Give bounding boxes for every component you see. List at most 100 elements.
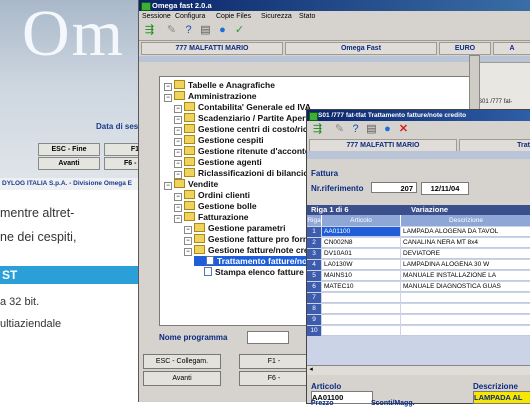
grid-row-number[interactable]: 6 bbox=[307, 282, 321, 292]
grid-cell-articolo[interactable]: AA01100 bbox=[322, 227, 400, 237]
menu-sessione[interactable]: Sessione bbox=[142, 11, 171, 22]
grid-cell-descrizione[interactable] bbox=[401, 304, 530, 314]
expand-toggle-icon[interactable]: − bbox=[184, 248, 192, 256]
side-item[interactable]: S01 /777 fat- bbox=[478, 99, 512, 105]
tree-item[interactable]: − Gestione bolle bbox=[174, 201, 257, 212]
grid-cell-articolo[interactable] bbox=[322, 304, 400, 314]
menu-sicurezza[interactable]: Sicurezza bbox=[261, 11, 292, 22]
tree-item[interactable]: − Gestione parametri bbox=[184, 223, 285, 234]
expand-toggle-icon[interactable]: − bbox=[174, 105, 182, 113]
grid-scrollbar[interactable]: ◂ bbox=[307, 365, 530, 375]
expand-toggle-icon[interactable]: − bbox=[174, 138, 182, 146]
dialog-pencil-icon[interactable]: ✎ bbox=[333, 123, 346, 136]
grid-cell-articolo[interactable]: MAINS10 bbox=[322, 271, 400, 281]
grid-cell-descrizione[interactable] bbox=[401, 326, 530, 336]
tree-item[interactable]: Stampa elenco fatture bbox=[194, 267, 304, 277]
grid-cell-descrizione[interactable]: MANUALE DIAGNOSTICA GUAS bbox=[401, 282, 530, 292]
grid-cell-descrizione[interactable]: DEVIATORE bbox=[401, 249, 530, 259]
tree-item[interactable]: − Gestione agenti bbox=[174, 157, 262, 168]
grid-row-number[interactable]: 10 bbox=[307, 326, 321, 336]
tree-item[interactable]: − Gestione fatture/note credito bbox=[184, 245, 324, 256]
expand-toggle-icon[interactable]: − bbox=[174, 204, 182, 212]
expand-toggle-icon[interactable]: − bbox=[184, 237, 192, 245]
f6-main-button[interactable]: F6 - bbox=[239, 371, 309, 386]
expand-toggle-icon[interactable]: − bbox=[174, 215, 182, 223]
tree-item[interactable]: − Vendite bbox=[164, 179, 218, 190]
dialog-globe-icon[interactable]: ● bbox=[381, 123, 394, 136]
tree-item[interactable]: − Ordini clienti bbox=[174, 190, 250, 201]
article-line-4: ultiaziendale bbox=[0, 318, 62, 330]
grid-cell-articolo[interactable]: MATEC10 bbox=[322, 282, 400, 292]
exit-icon[interactable]: ⇶ bbox=[143, 24, 156, 37]
nr-riferimento-field[interactable]: 207 bbox=[371, 182, 417, 193]
expand-toggle-icon[interactable]: − bbox=[174, 160, 182, 168]
pencil-icon[interactable]: ✎ bbox=[165, 24, 178, 37]
sconti-label: Sconti/Magg. bbox=[371, 400, 415, 407]
esc-fine-button[interactable]: ESC - Fine bbox=[38, 143, 100, 156]
tree-item[interactable]: − Contabilita' Generale ed IVA bbox=[174, 102, 311, 113]
main-toolbar: ⇶ ✎ ? ▤ ● ✓ bbox=[139, 22, 530, 41]
menu-stato[interactable]: Stato bbox=[299, 11, 315, 22]
avanti-main-button[interactable]: Avanti bbox=[143, 371, 221, 386]
tree-item[interactable]: − Amministrazione bbox=[164, 91, 257, 102]
dialog-calculator-icon[interactable]: ▤ bbox=[365, 123, 378, 136]
expand-toggle-icon[interactable]: − bbox=[174, 127, 182, 135]
expand-toggle-icon[interactable]: − bbox=[164, 182, 172, 190]
calculator-icon[interactable]: ▤ bbox=[199, 24, 212, 37]
dialog-exit-icon[interactable]: ⇶ bbox=[311, 123, 324, 136]
confirm-icon[interactable]: ✓ bbox=[233, 24, 246, 37]
expand-toggle-icon[interactable]: − bbox=[174, 116, 182, 124]
expand-toggle-icon[interactable]: − bbox=[174, 149, 182, 157]
expand-toggle-icon[interactable]: − bbox=[164, 83, 172, 91]
grid-cell-descrizione[interactable]: LAMPADINA ALOGENA 30 W bbox=[401, 260, 530, 270]
esc-collegam-button[interactable]: ESC - Collegam. bbox=[143, 354, 221, 369]
grid-cell-descrizione[interactable]: LAMPADA ALOGENA DA TAVOL bbox=[401, 227, 530, 237]
menu-configura[interactable]: Configura bbox=[175, 11, 205, 22]
tree-scrollbar[interactable] bbox=[469, 55, 480, 117]
grid-cell-descrizione[interactable] bbox=[401, 293, 530, 303]
nome-programma-input[interactable] bbox=[247, 331, 289, 344]
tree-item[interactable]: − Gestione centri di costo/ricavo bbox=[174, 124, 322, 135]
tree-item[interactable]: − Gestione cespiti bbox=[174, 135, 264, 146]
expand-toggle-icon[interactable]: − bbox=[174, 193, 182, 201]
scroll-left-icon[interactable]: ◂ bbox=[307, 366, 315, 374]
folder-icon bbox=[184, 146, 195, 155]
grid-cell-articolo[interactable] bbox=[322, 315, 400, 325]
grid-row-number[interactable]: 3 bbox=[307, 249, 321, 259]
expand-toggle-icon[interactable]: − bbox=[174, 171, 182, 179]
descrizione-field[interactable]: LAMPADA AL bbox=[473, 391, 530, 404]
grid-cell-descrizione[interactable] bbox=[401, 315, 530, 325]
tree-item[interactable]: − Riclassificazioni di bilancio bbox=[174, 168, 309, 179]
tree-item[interactable]: − Gestione fatture pro forma bbox=[184, 234, 315, 245]
riga-counter: Riga 1 di 6 bbox=[311, 205, 349, 214]
globe-icon[interactable]: ● bbox=[216, 24, 229, 37]
grid-cell-descrizione[interactable]: CANALINA NERA MT 8x4 bbox=[401, 238, 530, 248]
grid-row-number[interactable]: 4 bbox=[307, 260, 321, 270]
grid-row-number[interactable]: 7 bbox=[307, 293, 321, 303]
grid-row-number[interactable]: 1 bbox=[307, 227, 321, 237]
expand-toggle-icon[interactable]: − bbox=[184, 226, 192, 234]
tree-item[interactable]: − Fatturazione bbox=[174, 212, 249, 223]
grid-cell-articolo[interactable]: LA0130W bbox=[322, 260, 400, 270]
grid-cell-articolo[interactable]: DV10A01 bbox=[322, 249, 400, 259]
help-icon[interactable]: ? bbox=[182, 24, 195, 37]
grid-cell-articolo[interactable] bbox=[322, 326, 400, 336]
dialog-help-icon[interactable]: ? bbox=[349, 123, 362, 136]
date-field[interactable]: 12/11/04 bbox=[421, 182, 469, 195]
grid-cell-articolo[interactable] bbox=[322, 293, 400, 303]
grid-row-number[interactable]: 2 bbox=[307, 238, 321, 248]
avanti-button[interactable]: Avanti bbox=[38, 157, 100, 170]
grid-cell-articolo[interactable]: CN002N8 bbox=[322, 238, 400, 248]
tree-item[interactable]: Trattamento fatture/note bbox=[194, 256, 317, 266]
grid-row-number[interactable]: 9 bbox=[307, 315, 321, 325]
expand-toggle-icon[interactable]: − bbox=[164, 94, 172, 102]
tree-item[interactable]: − Gestione ritenute d'acconto bbox=[174, 146, 310, 157]
f1-help-button[interactable]: F1 - bbox=[239, 354, 309, 369]
tree-item[interactable]: − Scadenziario / Partite Aperte bbox=[174, 113, 313, 124]
grid-row-number[interactable]: 8 bbox=[307, 304, 321, 314]
grid-row-number[interactable]: 5 bbox=[307, 271, 321, 281]
grid-cell-descrizione[interactable]: MANUALE INSTALLAZIONE LA bbox=[401, 271, 530, 281]
menu-copie-files[interactable]: Copie Files bbox=[216, 11, 251, 22]
tree-item[interactable]: − Tabelle e Anagrafiche bbox=[164, 80, 275, 91]
dialog-delete-icon[interactable]: ✕ bbox=[397, 123, 410, 136]
